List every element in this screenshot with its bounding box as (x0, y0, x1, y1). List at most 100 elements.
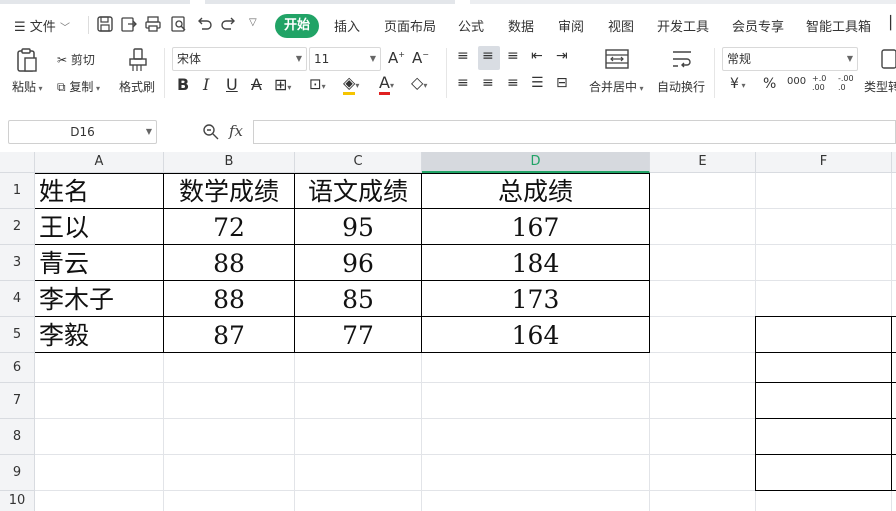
save-icon[interactable] (96, 15, 114, 33)
row-header-5[interactable]: 5 (0, 317, 35, 353)
cell-style-icon[interactable]: ⊡▾ (309, 75, 326, 93)
table-header-total[interactable]: 总成绩 (422, 175, 649, 209)
tab-view[interactable]: 视图 (608, 16, 634, 35)
tab-insert[interactable]: 插入 (334, 16, 360, 35)
type-convert-icon[interactable] (878, 48, 896, 70)
tab-formulas[interactable]: 公式 (458, 16, 484, 35)
indent-increase-icon[interactable]: ⇥ (556, 48, 568, 64)
table-cell[interactable]: 96 (295, 247, 421, 281)
paste-button[interactable]: 粘贴 ▾ (12, 78, 43, 95)
copy-button[interactable]: ⧉ 复制 ▾ (57, 78, 100, 95)
row-header-8[interactable]: 8 (0, 419, 35, 455)
column-header-c[interactable]: C (295, 152, 422, 173)
align-left-icon[interactable]: ≡ (457, 75, 469, 91)
tab-home[interactable]: 开始 (275, 14, 319, 38)
select-all-corner[interactable] (0, 152, 35, 173)
indent-decrease-icon[interactable]: ⇤ (531, 48, 543, 64)
file-menu[interactable]: ☰ 文件 ﹀ (14, 16, 70, 35)
table-cell[interactable]: 88 (164, 283, 294, 317)
wrap-text-icon[interactable] (670, 48, 694, 70)
row-header-1[interactable]: 1 (0, 173, 35, 209)
row-header-7[interactable]: 7 (0, 383, 35, 419)
font-color-icon[interactable]: A▾ (379, 73, 394, 95)
undo-icon[interactable] (195, 15, 213, 33)
row-header-4[interactable]: 4 (0, 281, 35, 317)
table-cell[interactable]: 77 (295, 319, 421, 353)
table-cell[interactable]: 李木子 (39, 283, 114, 317)
bold-icon[interactable]: B (177, 75, 189, 94)
underline-icon[interactable]: U (226, 75, 238, 94)
percent-icon[interactable]: % (763, 76, 776, 92)
clear-icon[interactable]: ◇▾ (411, 73, 427, 92)
currency-icon[interactable]: ¥ ▾ (730, 76, 745, 92)
table-cell[interactable]: 184 (422, 247, 649, 281)
font-size-select[interactable]: 11 ▼ (309, 47, 381, 71)
tab-member[interactable]: 会员专享 (732, 16, 784, 35)
table-cell[interactable]: 173 (422, 283, 649, 317)
export-icon[interactable] (120, 15, 138, 33)
align-right-icon[interactable]: ≡ (507, 75, 519, 91)
row-header-6[interactable]: 6 (0, 353, 35, 383)
strikethrough-icon[interactable]: A (251, 75, 262, 94)
merge-center-button[interactable]: 合并居中 ▾ (589, 78, 644, 95)
zoom-icon[interactable] (202, 123, 219, 140)
row-header-2[interactable]: 2 (0, 209, 35, 245)
column-header-g[interactable] (892, 152, 896, 173)
italic-icon[interactable]: I (203, 75, 209, 94)
font-name-select[interactable]: 宋体 ▼ (172, 47, 307, 71)
redo-icon[interactable] (220, 15, 238, 33)
table-cell[interactable]: 王以 (39, 211, 89, 245)
thousands-separator-icon[interactable]: 000 (787, 76, 806, 87)
table-cell[interactable]: 88 (164, 247, 294, 281)
distributed-icon[interactable]: ⊟ (556, 75, 568, 91)
border-icon[interactable]: ⊞▾ (274, 75, 291, 94)
decrease-font-icon[interactable]: A− (412, 49, 429, 67)
fill-color-icon[interactable]: ◈▾ (343, 73, 359, 95)
paste-icon[interactable] (14, 47, 40, 73)
table-header-math[interactable]: 数学成绩 (164, 175, 294, 209)
column-header-b[interactable]: B (164, 152, 295, 173)
row-header-10[interactable]: 10 (0, 491, 35, 511)
table-cell[interactable]: 164 (422, 319, 649, 353)
name-box[interactable]: D16 ▼ (8, 120, 157, 144)
wrap-text-label[interactable]: 自动换行 (657, 78, 705, 95)
tab-review[interactable]: 审阅 (558, 16, 584, 35)
table-header-chinese[interactable]: 语文成绩 (295, 175, 421, 209)
table-header-name[interactable]: 姓名 (39, 175, 89, 209)
print-preview-icon[interactable] (170, 15, 188, 33)
align-middle-icon[interactable]: ≡ (482, 48, 494, 64)
merge-center-icon[interactable] (604, 48, 630, 70)
table-cell[interactable]: 167 (422, 211, 649, 245)
decrease-decimal-icon[interactable]: -.00 .0 (838, 74, 856, 92)
cut-button[interactable]: ✂ 剪切 (57, 51, 95, 68)
number-format-select[interactable]: 常规 ▼ (722, 47, 858, 71)
quick-access-more-icon[interactable]: ▽ (249, 17, 257, 28)
table-cell[interactable]: 87 (164, 319, 294, 353)
increase-decimal-icon[interactable]: +.0 .00 (812, 74, 830, 92)
table-cell[interactable]: 青云 (39, 247, 89, 281)
align-top-icon[interactable]: ≡ (457, 48, 469, 64)
tab-data[interactable]: 数据 (508, 16, 534, 35)
table-cell[interactable]: 李毅 (39, 319, 89, 353)
sheet-grid[interactable]: A B C D E F 1 2 3 4 5 6 7 8 9 10 姓名 数学成绩… (0, 152, 896, 511)
column-header-d[interactable]: D (422, 152, 650, 173)
align-center-icon[interactable]: ≡ (482, 75, 494, 91)
table-cell[interactable]: 72 (164, 211, 294, 245)
tab-smart-toolbox[interactable]: 智能工具箱 (806, 16, 871, 35)
format-painter-label[interactable]: 格式刷 (119, 78, 155, 95)
formula-input[interactable] (253, 120, 896, 144)
column-header-a[interactable]: A (35, 152, 164, 173)
increase-font-icon[interactable]: A+ (388, 49, 405, 67)
tab-overflow[interactable]: ▏ (890, 16, 896, 31)
tab-developer[interactable]: 开发工具 (657, 16, 709, 35)
column-header-e[interactable]: E (650, 152, 756, 173)
table-cell[interactable]: 95 (295, 211, 421, 245)
row-header-3[interactable]: 3 (0, 245, 35, 281)
table-cell[interactable]: 85 (295, 283, 421, 317)
column-header-f[interactable]: F (756, 152, 892, 173)
fx-icon[interactable]: fx (229, 122, 243, 140)
print-icon[interactable] (144, 15, 162, 33)
row-header-9[interactable]: 9 (0, 455, 35, 491)
align-bottom-icon[interactable]: ≡ (507, 48, 519, 64)
format-painter-icon[interactable] (127, 47, 149, 73)
